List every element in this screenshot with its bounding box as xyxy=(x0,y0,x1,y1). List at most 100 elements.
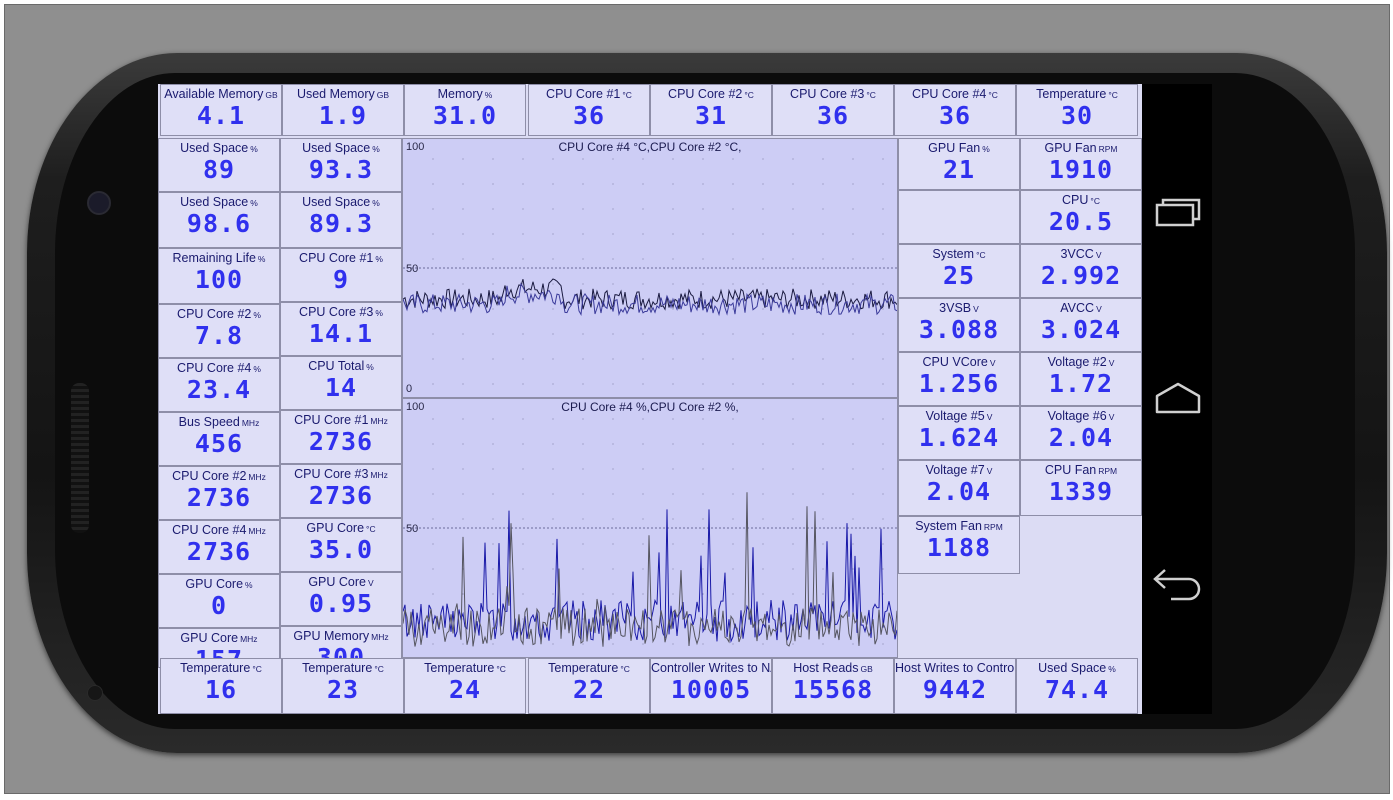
grid-dot xyxy=(792,233,794,235)
sensor-tile[interactable]: Bus Speed MHz 456 xyxy=(158,412,280,466)
sensor-tile[interactable] xyxy=(898,190,1020,244)
sensor-tile[interactable]: Used Space% 74.4 xyxy=(1016,658,1138,714)
sensor-label: CPU Core #3 °C xyxy=(773,87,893,102)
sensor-label: Host Reads GB xyxy=(773,661,893,676)
sensor-tile[interactable]: Used Space% 98.6 xyxy=(158,192,280,248)
sensor-label: CPU Core #2 °C xyxy=(651,87,771,102)
sensor-unit: V xyxy=(1096,304,1102,314)
sensor-tile[interactable]: CPU Core #1 MHz 2736 xyxy=(280,410,402,464)
recents-button[interactable] xyxy=(1150,190,1206,234)
temperature-graph[interactable]: CPU Core #4 °C,CPU Core #2 °C, 100 50 0 xyxy=(402,138,898,398)
sensor-tile[interactable]: GPU Fan% 21 xyxy=(898,138,1020,190)
sensor-tile[interactable]: Used Space% 89.3 xyxy=(280,192,402,248)
sensor-tile[interactable]: Temperature °C 22 xyxy=(528,658,650,714)
sensor-tile[interactable]: GPU Core V 0.95 xyxy=(280,572,402,626)
grid-dot xyxy=(432,443,434,445)
sensor-name: System xyxy=(932,247,975,261)
sensor-unit: °C xyxy=(976,250,986,260)
sensor-tile[interactable]: Host Reads GB 15568 xyxy=(772,658,894,714)
sensor-tile[interactable]: Temperature °C 23 xyxy=(282,658,404,714)
grid-dot xyxy=(492,183,494,185)
grid-dot xyxy=(432,593,434,595)
grid-dot xyxy=(732,593,734,595)
sensor-tile[interactable]: CPU Core #2 °C 31 xyxy=(650,84,772,136)
sensor-tile[interactable]: CPU Core #4% 23.4 xyxy=(158,358,280,412)
sensor-tile[interactable]: Remaining Life% 100 xyxy=(158,248,280,304)
sensor-tile[interactable]: 3VSB V 3.088 xyxy=(898,298,1020,352)
sensor-unit: MHz xyxy=(240,634,258,644)
grid-dot xyxy=(432,183,434,185)
grid-dot xyxy=(462,258,464,260)
sensor-tile[interactable]: Used Memory GB 1.9 xyxy=(282,84,404,136)
grid-dot xyxy=(522,618,524,620)
sensor-tile[interactable]: Memory% 31.0 xyxy=(404,84,526,136)
sensor-label: Used Space% xyxy=(281,195,401,210)
sensor-tile[interactable]: Used Space% 93.3 xyxy=(280,138,402,192)
grid-dot xyxy=(822,183,824,185)
grid-dot xyxy=(552,643,554,645)
sensor-label: Used Space% xyxy=(281,141,401,156)
sensor-tile[interactable]: GPU Core °C 35.0 xyxy=(280,518,402,572)
grid-dot xyxy=(432,418,434,420)
grid-dot xyxy=(732,358,734,360)
sensor-tile[interactable]: CPU Core #4 °C 36 xyxy=(894,84,1016,136)
grid-dot xyxy=(792,493,794,495)
sensor-tile[interactable]: Host Writes to ControllerGB9442 xyxy=(894,658,1016,714)
sensor-tile[interactable]: CPU Core #1 °C 36 xyxy=(528,84,650,136)
sensor-tile[interactable]: Used Space% 89 xyxy=(158,138,280,192)
sensor-tile[interactable]: CPU Core #3% 14.1 xyxy=(280,302,402,356)
grid-dot xyxy=(642,443,644,445)
sensor-tile[interactable]: Temperature °C 24 xyxy=(404,658,526,714)
sensor-name: CPU Core #2 xyxy=(177,307,252,321)
sensor-tile[interactable]: CPU Total% 14 xyxy=(280,356,402,410)
sensor-tile[interactable]: Voltage #2 V 1.72 xyxy=(1020,352,1142,406)
sensor-tile[interactable]: CPU Core #3 MHz 2736 xyxy=(280,464,402,518)
grid-dot xyxy=(492,383,494,385)
sensor-tile[interactable]: CPU Core #2% 7.8 xyxy=(158,304,280,358)
sensor-name: Voltage #5 xyxy=(925,409,985,423)
sensor-unit: °C xyxy=(374,664,384,674)
sensor-tile[interactable]: Controller Writes to NANDGB10005 xyxy=(650,658,772,714)
grid-dot xyxy=(582,568,584,570)
sensor-tile[interactable]: CPU Core #3 °C 36 xyxy=(772,84,894,136)
sensor-tile[interactable]: CPU Core #1% 9 xyxy=(280,248,402,302)
grid-dot xyxy=(762,358,764,360)
sensor-unit: °C xyxy=(620,664,630,674)
sensor-tile[interactable]: Voltage #5 V 1.624 xyxy=(898,406,1020,460)
sensor-tile[interactable]: CPU VCore V 1.256 xyxy=(898,352,1020,406)
sensor-tile[interactable]: CPU Core #2 MHz 2736 xyxy=(158,466,280,520)
sensor-tile[interactable]: Voltage #7 V 2.04 xyxy=(898,460,1020,516)
sensor-tile[interactable]: CPU °C 20.5 xyxy=(1020,190,1142,244)
sensor-tile[interactable]: System Fan RPM 1188 xyxy=(898,516,1020,574)
sensor-label: CPU Core #2 MHz xyxy=(159,469,279,484)
grid-dot xyxy=(762,333,764,335)
sensor-tile[interactable]: GPU Fan RPM 1910 xyxy=(1020,138,1142,190)
sensor-tile[interactable]: Available Memory GB 4.1 xyxy=(160,84,282,136)
grid-dot xyxy=(882,643,884,645)
sensor-tile[interactable]: System °C 25 xyxy=(898,244,1020,298)
sensor-tile[interactable]: AVCC V 3.024 xyxy=(1020,298,1142,352)
grid-dot xyxy=(822,518,824,520)
sensor-name: CPU Core #4 xyxy=(177,361,252,375)
back-button[interactable] xyxy=(1150,560,1206,604)
grid-dot xyxy=(672,358,674,360)
sensor-value: 0.95 xyxy=(308,589,374,618)
grid-dot xyxy=(822,643,824,645)
grid-dot xyxy=(702,208,704,210)
sensor-tile[interactable]: Temperature °C 16 xyxy=(160,658,282,714)
sensor-name: Available Memory xyxy=(164,87,264,101)
sensor-tile[interactable]: Temperature °C 30 xyxy=(1016,84,1138,136)
grid-dot xyxy=(642,258,644,260)
home-button[interactable] xyxy=(1150,376,1206,420)
grid-dot xyxy=(462,383,464,385)
sensor-tile[interactable]: 3VCC V 2.992 xyxy=(1020,244,1142,298)
sensor-tile[interactable]: Voltage #6 V 2.04 xyxy=(1020,406,1142,460)
sensor-tile[interactable]: CPU Fan RPM 1339 xyxy=(1020,460,1142,516)
sensor-value: 2.04 xyxy=(1048,423,1114,452)
sensor-label: CPU Core #1% xyxy=(281,251,401,266)
sensor-tile[interactable]: GPU Core% 0 xyxy=(158,574,280,628)
load-graph[interactable]: CPU Core #4 %,CPU Core #2 %, 100 50 xyxy=(402,398,898,658)
grid-dot xyxy=(522,383,524,385)
grid-dot xyxy=(462,518,464,520)
sensor-tile[interactable]: CPU Core #4 MHz 2736 xyxy=(158,520,280,574)
